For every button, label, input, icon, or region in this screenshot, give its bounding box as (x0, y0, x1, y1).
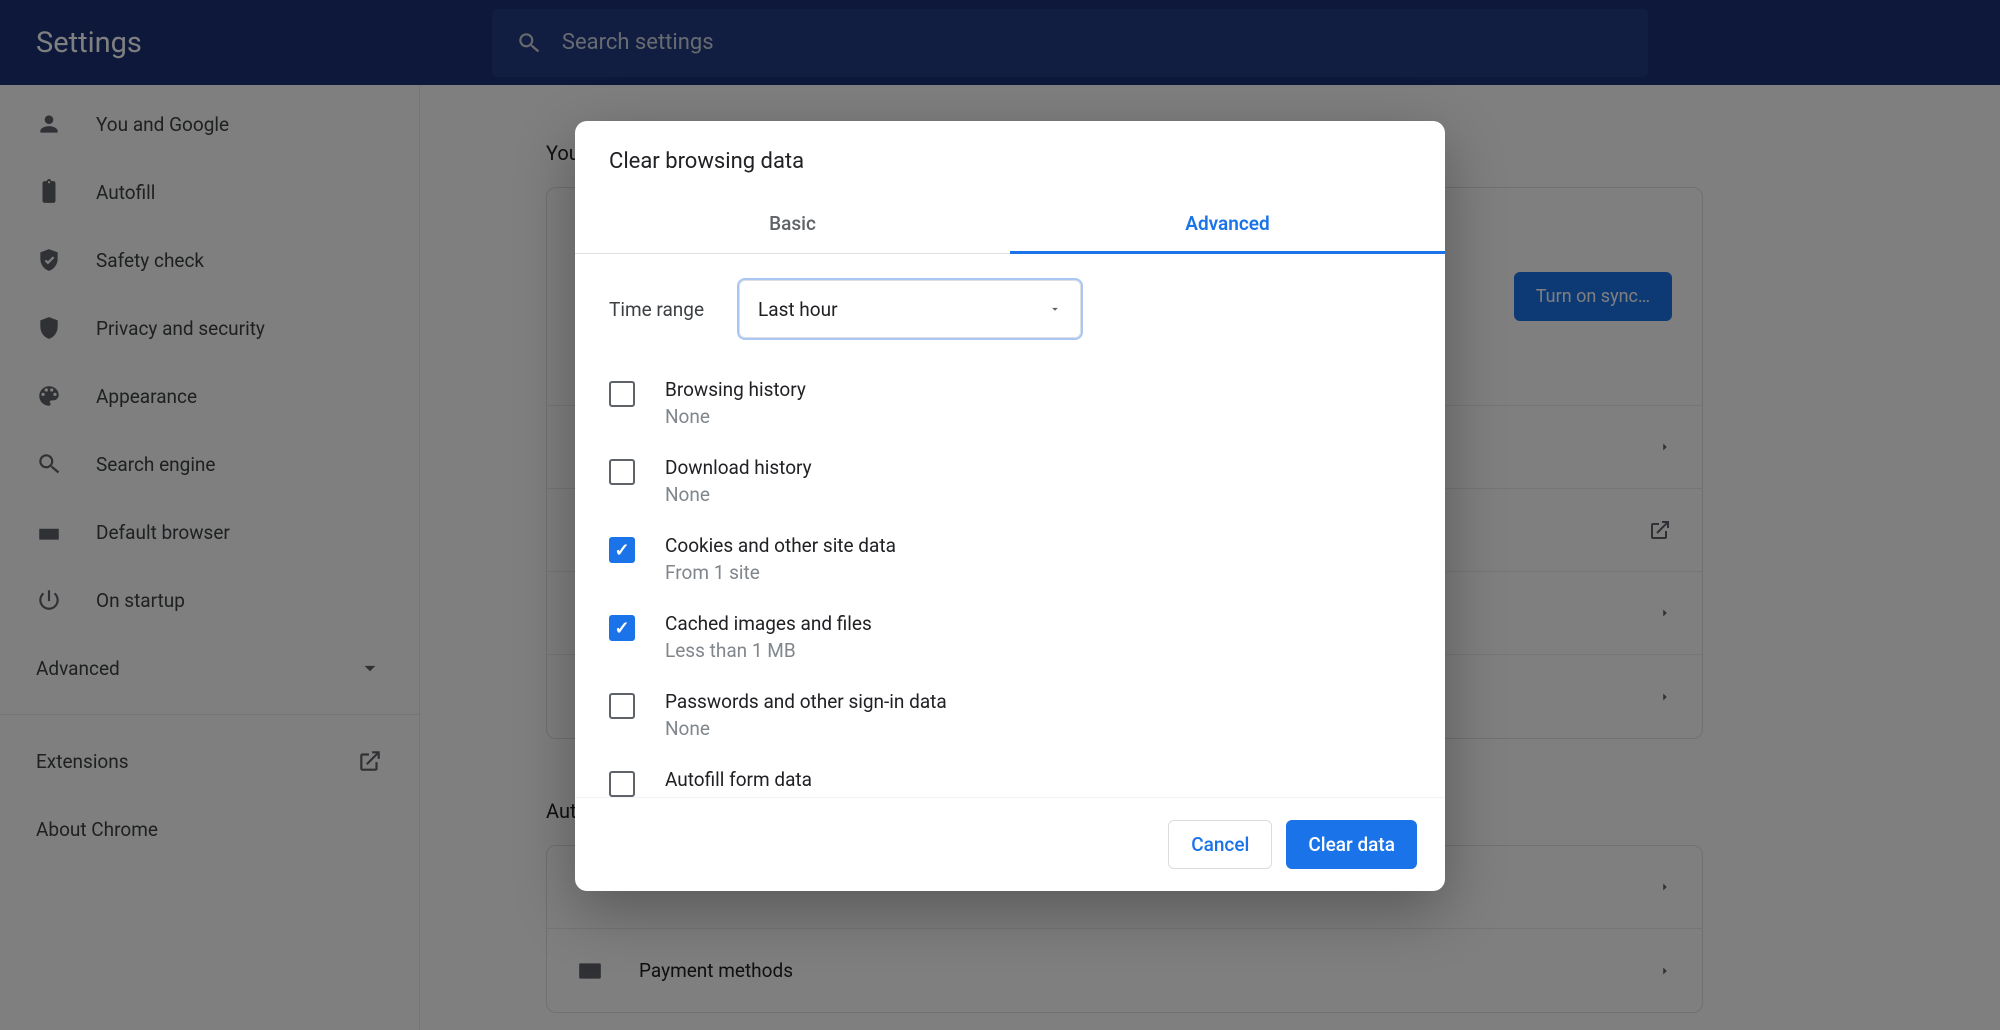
checkbox[interactable] (609, 459, 635, 485)
checkbox[interactable] (609, 771, 635, 797)
cancel-button[interactable]: Cancel (1168, 820, 1272, 869)
option-passwords[interactable]: Passwords and other sign-in data None (609, 676, 1411, 754)
dialog-body: Time range Last hour Browsing history No… (575, 254, 1445, 797)
option-subtitle: None (665, 405, 806, 428)
option-subtitle: None (665, 483, 812, 506)
tab-basic[interactable]: Basic (575, 196, 1010, 253)
time-range-select[interactable]: Last hour (739, 280, 1081, 338)
clear-data-button[interactable]: Clear data (1286, 820, 1417, 869)
tab-advanced[interactable]: Advanced (1010, 196, 1445, 253)
option-cached[interactable]: Cached images and files Less than 1 MB (609, 598, 1411, 676)
checkbox[interactable] (609, 381, 635, 407)
option-subtitle: None (665, 717, 947, 740)
option-autofill[interactable]: Autofill form data (609, 754, 1411, 797)
option-cookies[interactable]: Cookies and other site data From 1 site (609, 520, 1411, 598)
time-range-value: Last hour (758, 298, 838, 321)
option-title: Autofill form data (665, 768, 812, 791)
option-subtitle: From 1 site (665, 561, 896, 584)
dialog-footer: Cancel Clear data (575, 797, 1445, 891)
chevron-down-icon (1048, 302, 1062, 316)
time-range-row: Time range Last hour (609, 280, 1411, 338)
option-subtitle: Less than 1 MB (665, 639, 872, 662)
checkbox[interactable] (609, 615, 635, 641)
checkbox[interactable] (609, 693, 635, 719)
option-title: Browsing history (665, 378, 806, 401)
option-title: Download history (665, 456, 812, 479)
dialog-tabs: Basic Advanced (575, 196, 1445, 254)
time-range-label: Time range (609, 298, 739, 321)
option-title: Cached images and files (665, 612, 872, 635)
option-download-history[interactable]: Download history None (609, 442, 1411, 520)
option-browsing-history[interactable]: Browsing history None (609, 364, 1411, 442)
clear-browsing-data-dialog: Clear browsing data Basic Advanced Time … (575, 121, 1445, 891)
option-title: Cookies and other site data (665, 534, 896, 557)
option-title: Passwords and other sign-in data (665, 690, 947, 713)
dialog-title: Clear browsing data (575, 121, 1445, 196)
checkbox[interactable] (609, 537, 635, 563)
